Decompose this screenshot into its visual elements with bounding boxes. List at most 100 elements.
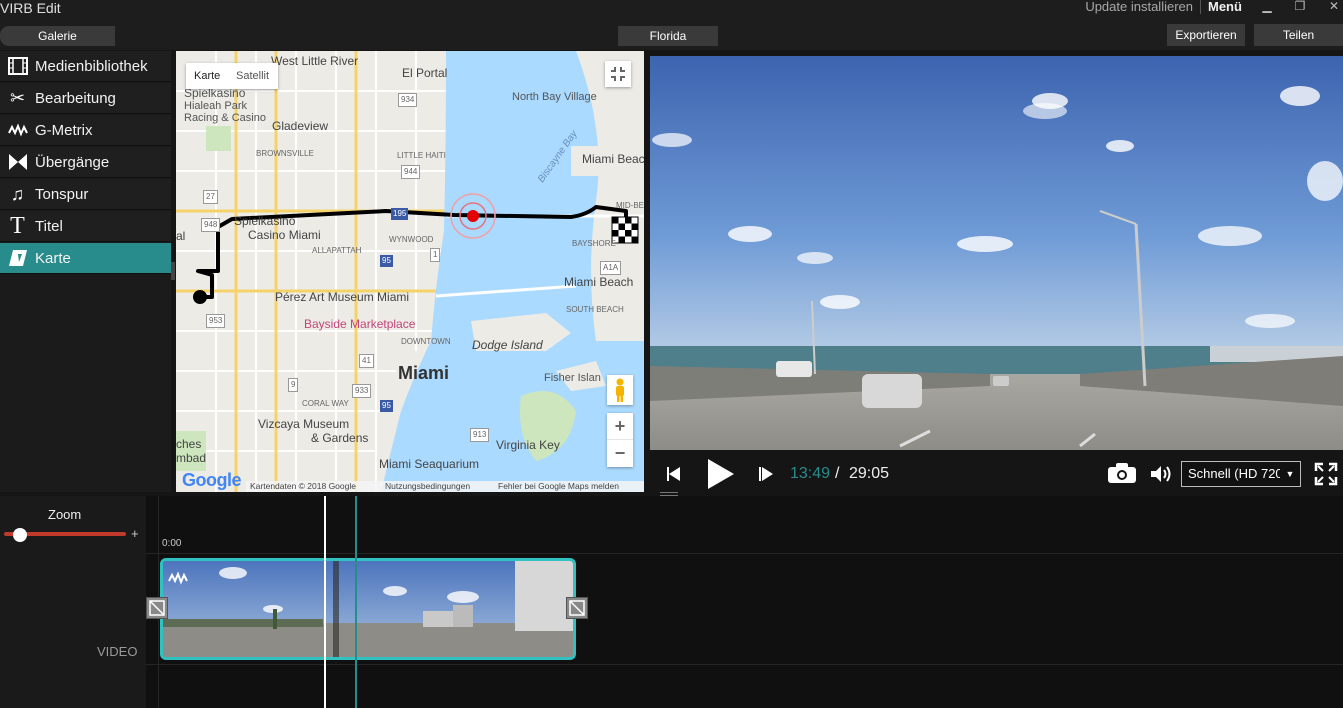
map-type-map-button[interactable]: Karte bbox=[194, 70, 220, 82]
map-label: & Gardens bbox=[311, 431, 369, 445]
play-icon[interactable] bbox=[704, 457, 736, 496]
map-label: mbad bbox=[176, 451, 207, 465]
map-terms-link[interactable]: Nutzungsbedingungen bbox=[385, 481, 470, 492]
sidebar-item-gmetrix[interactable]: G-Metrix bbox=[0, 115, 171, 146]
in-point-marker[interactable] bbox=[355, 496, 357, 708]
map-label: SOUTH BEACH bbox=[566, 305, 624, 314]
share-button[interactable]: Teilen bbox=[1254, 24, 1343, 46]
map-label: MID-BEAC bbox=[616, 201, 644, 210]
sidebar-item-editing[interactable]: ✂ Bearbeitung bbox=[0, 83, 171, 114]
title-bar: VIRB Edit Update installieren Menü ▁ ❐ ✕ bbox=[0, 0, 1343, 20]
map-label: DOWNTOWN bbox=[401, 337, 451, 346]
map-label: Vizcaya Museum bbox=[258, 417, 350, 431]
map-fullscreen-button[interactable] bbox=[605, 61, 631, 87]
gmetrix-icon bbox=[168, 571, 188, 585]
total-time: 29:05 bbox=[849, 465, 890, 482]
map-label: Spielkasino bbox=[234, 214, 296, 228]
sidebar-item-label: Titel bbox=[35, 217, 63, 235]
zoom-in-button[interactable]: + bbox=[131, 526, 139, 541]
road-shield: 1 bbox=[430, 248, 441, 262]
chevron-down-icon: ▼ bbox=[1280, 462, 1300, 486]
map-label: Fisher Islan bbox=[544, 372, 601, 384]
playhead[interactable] bbox=[324, 496, 326, 708]
map-type-satellite-button[interactable]: Satellit bbox=[236, 70, 269, 82]
map-zoom-in-button[interactable]: + bbox=[607, 413, 633, 440]
fullscreen-icon[interactable] bbox=[1314, 462, 1338, 491]
close-icon[interactable]: ✕ bbox=[1326, 0, 1342, 14]
menu-separator bbox=[1200, 0, 1201, 14]
current-time: 13:49 bbox=[790, 465, 831, 482]
map-label: ches bbox=[176, 437, 202, 451]
sidebar-item-label: G-Metrix bbox=[35, 121, 93, 139]
map-label: CORAL WAY bbox=[302, 399, 349, 408]
step-forward-icon[interactable] bbox=[756, 463, 778, 490]
transition-in-icon[interactable] bbox=[146, 597, 168, 619]
road-shield: 948 bbox=[201, 218, 221, 232]
road-shield: 41 bbox=[359, 354, 374, 368]
map-label: Pérez Art Museum Miami bbox=[275, 290, 410, 304]
transition-icon bbox=[0, 147, 35, 178]
map-data-credit: Kartendaten © 2018 Google bbox=[250, 481, 356, 491]
minimize-icon[interactable]: ▁ bbox=[1259, 0, 1275, 14]
road-shield: 95 bbox=[380, 255, 393, 267]
step-back-icon[interactable] bbox=[664, 463, 686, 490]
sidebar-item-transitions[interactable]: Übergänge bbox=[0, 147, 171, 178]
sidebar-item-map[interactable]: Karte bbox=[0, 243, 171, 274]
menu-button[interactable]: Menü bbox=[1208, 0, 1242, 14]
timeline-track-headers: Zoom + VIDEO bbox=[0, 496, 146, 708]
film-strip-icon bbox=[0, 51, 35, 82]
route-map[interactable]: West Little River El Portal West Little … bbox=[176, 51, 644, 492]
map-label: ALLAPATTAH bbox=[312, 246, 362, 255]
road-shield: 944 bbox=[401, 165, 421, 179]
video-controls: 13:49 / 29:05 Schnell (HD 720p) ▼ bbox=[650, 450, 1343, 496]
tab-project[interactable]: Florida bbox=[618, 26, 718, 46]
sidebar-item-title[interactable]: T Titel bbox=[0, 211, 171, 242]
scissors-icon: ✂ bbox=[9, 87, 26, 108]
map-label: West Little River bbox=[271, 54, 359, 68]
update-install-link[interactable]: Update installieren bbox=[1085, 0, 1193, 14]
ruler-start-time: 0:00 bbox=[162, 538, 182, 549]
map-label: BAYSHORE bbox=[572, 239, 616, 248]
sidebar-resize-handle[interactable] bbox=[171, 262, 175, 280]
map-label: al bbox=[176, 229, 186, 243]
video-preview[interactable] bbox=[650, 56, 1343, 450]
video-clip[interactable] bbox=[160, 558, 576, 660]
road-shield: 953 bbox=[206, 314, 226, 328]
export-button[interactable]: Exportieren bbox=[1167, 24, 1245, 46]
playback-quality-value: Schnell (HD 720p) bbox=[1188, 466, 1295, 481]
road-shield: 934 bbox=[398, 93, 418, 107]
sidebar-item-label: Übergänge bbox=[35, 153, 110, 171]
sidebar-item-label: Karte bbox=[35, 249, 71, 267]
map-label: LITTLE HAITI bbox=[397, 151, 446, 160]
map-label: Miami bbox=[398, 363, 450, 383]
transition-out-icon[interactable] bbox=[566, 597, 588, 619]
map-label: Miami Beach bbox=[564, 275, 634, 289]
tab-gallery[interactable]: Galerie bbox=[0, 26, 115, 46]
street-view-pegman[interactable] bbox=[607, 375, 633, 405]
pegman-icon bbox=[616, 378, 624, 402]
timeline: Zoom + VIDEO 0:00 bbox=[0, 496, 1343, 708]
map-report-error-link[interactable]: Fehler bei Google Maps melden bbox=[498, 481, 619, 492]
restore-icon[interactable]: ❐ bbox=[1292, 0, 1308, 14]
sidebar-item-label: Bearbeitung bbox=[35, 89, 116, 107]
sidebar-item-soundtrack[interactable]: ♫ Tonspur bbox=[0, 179, 171, 210]
volume-icon[interactable] bbox=[1149, 463, 1173, 490]
map-label: Bayside Marketplace bbox=[304, 317, 416, 331]
sidebar-item-label: Medienbibliothek bbox=[35, 57, 148, 75]
video-frame bbox=[650, 56, 1343, 450]
playback-quality-select[interactable]: Schnell (HD 720p) ▼ bbox=[1181, 461, 1301, 487]
sidebar-item-media-library[interactable]: Medienbibliothek bbox=[0, 51, 171, 82]
map-label: Gladeview bbox=[272, 119, 329, 133]
text-icon: T bbox=[10, 212, 25, 239]
road-shield: 195 bbox=[391, 208, 409, 220]
sidebar: Medienbibliothek ✂ Bearbeitung G-Metrix … bbox=[0, 51, 171, 492]
zoom-slider-handle[interactable] bbox=[12, 528, 27, 542]
camera-snapshot-icon[interactable] bbox=[1107, 462, 1137, 489]
tab-bar: Galerie Florida Exportieren Teilen bbox=[0, 20, 1343, 50]
road-shield: 933 bbox=[352, 384, 372, 398]
map-label: Dodge Island bbox=[472, 338, 543, 352]
road-shield: A1A bbox=[600, 261, 622, 275]
road-shield: 9 bbox=[288, 378, 299, 392]
map-zoom-out-button[interactable]: − bbox=[607, 440, 633, 467]
app-title: VIRB Edit bbox=[0, 0, 61, 16]
